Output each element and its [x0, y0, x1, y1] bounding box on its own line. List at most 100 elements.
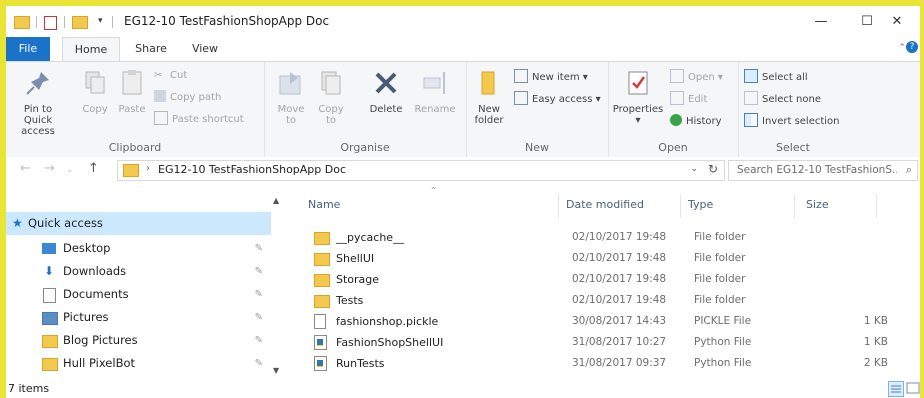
chevron-right-icon[interactable]: › [146, 163, 150, 174]
search-icon[interactable]: ⌕ [906, 163, 912, 177]
tab-home[interactable]: Home [62, 37, 120, 63]
scroll-down-icon[interactable]: ▼ [273, 366, 279, 375]
column-divider[interactable] [680, 194, 681, 218]
new-folder-icon [474, 68, 504, 98]
column-header-size[interactable]: Size [806, 198, 829, 211]
nav-item-blog-pictures[interactable]: Blog Pictures ✎ [6, 329, 271, 352]
pin-icon[interactable]: ✎ [255, 260, 263, 283]
scroll-up-icon[interactable]: ▲ [273, 196, 279, 205]
history-button[interactable]: History [670, 114, 722, 130]
file-type: File folder [694, 231, 746, 243]
refresh-icon[interactable]: ↻ [708, 162, 718, 176]
large-icons-view-icon[interactable] [906, 381, 920, 395]
select-none-button[interactable]: Select none [744, 91, 821, 108]
file-row[interactable]: ShellUI 02/10/2017 19:48 File folder [306, 248, 906, 269]
folder-icon [314, 253, 330, 266]
copy-to-button[interactable]: Copy to [316, 68, 346, 126]
column-divider[interactable] [558, 194, 559, 218]
paste-button[interactable]: Paste [116, 68, 148, 115]
python-file-icon [314, 335, 327, 350]
file-date: 02/10/2017 19:48 [572, 231, 667, 243]
nav-item-desktop[interactable]: Desktop ✎ [6, 237, 271, 260]
chevron-down-icon[interactable]: ⌄ [690, 164, 698, 174]
copy-button[interactable]: Copy [80, 68, 110, 115]
back-arrow-icon[interactable]: ← [20, 161, 31, 176]
new-folder-label: New folder [474, 104, 504, 126]
nav-item-hull-pixelbot[interactable]: Hull PixelBot ✎ [6, 352, 271, 375]
nav-scrollbar[interactable]: ▲ ▼ [271, 184, 283, 379]
pin-to-quick-access-button[interactable]: Pin to Quick access [10, 68, 66, 137]
nav-item-documents[interactable]: Documents ✎ [6, 283, 271, 306]
search-placeholder: Search EG12-10 TestFashionS... [737, 164, 897, 176]
details-view-icon[interactable] [888, 381, 904, 397]
nav-item-quick-access[interactable]: ★ Quick access [6, 212, 271, 235]
tab-view[interactable]: View [184, 37, 226, 61]
address-path[interactable]: EG12-10 TestFashionShopApp Doc [158, 163, 346, 176]
folder-icon [314, 295, 330, 308]
file-row[interactable]: __pycache__ 02/10/2017 19:48 File folder [306, 227, 906, 248]
separator [64, 16, 65, 28]
search-input[interactable]: Search EG12-10 TestFashionS... ⌕ [728, 160, 918, 181]
invert-selection-button[interactable]: Invert selection [744, 113, 840, 130]
pin-icon[interactable]: ✎ [255, 237, 263, 260]
open-button[interactable]: Open ▾ [670, 69, 723, 86]
file-row[interactable]: RunTests 31/08/2017 09:37 Python File 2 … [306, 353, 906, 374]
nav-item-label: Pictures [63, 310, 109, 324]
folder-icon [42, 358, 58, 371]
up-arrow-icon[interactable]: ↑ [88, 161, 99, 176]
column-header-date[interactable]: Date modified [566, 198, 644, 211]
new-folder-button[interactable]: New folder [472, 68, 506, 126]
invert-selection-icon [744, 113, 758, 127]
tab-file[interactable]: File [6, 37, 50, 61]
move-to-button[interactable]: Move to [276, 68, 306, 126]
select-group-label: Select [776, 141, 810, 154]
pin-icon[interactable]: ✎ [255, 283, 263, 306]
file-row[interactable]: Storage 02/10/2017 19:48 File folder [306, 269, 906, 290]
file-row[interactable]: fashionshop.pickle 30/08/2017 14:43 PICK… [306, 311, 906, 332]
recent-locations-chevron-icon[interactable]: ⌄ [66, 165, 74, 175]
easy-access-button[interactable]: Easy access ▾ [514, 91, 601, 108]
paste-shortcut-button[interactable]: Paste shortcut [154, 111, 244, 128]
chevron-up-icon[interactable]: ⌃ [898, 43, 906, 53]
rename-button[interactable]: Rename [414, 68, 456, 115]
cut-button[interactable]: ✂ Cut [154, 68, 187, 84]
minimize-button[interactable]: — [798, 6, 844, 37]
select-all-button[interactable]: Select all [744, 69, 808, 86]
customize-toolbar-icon[interactable]: ▾ [98, 16, 103, 32]
file-row[interactable]: Tests 02/10/2017 19:48 File folder [306, 290, 906, 311]
select-none-icon [744, 91, 758, 105]
properties-button[interactable]: Properties ▾ [612, 68, 664, 126]
new-item-button[interactable]: New item ▾ [514, 69, 588, 86]
new-folder-quick-icon[interactable] [72, 16, 88, 29]
file-type: File folder [694, 294, 746, 306]
column-divider[interactable] [876, 194, 877, 218]
column-header-type[interactable]: Type [688, 198, 713, 211]
help-icon[interactable]: ? [906, 41, 918, 53]
ribbon-tabs: File Home Share View ⌃ ? [6, 37, 920, 63]
folder-icon [42, 335, 58, 348]
open-label: Open [688, 72, 715, 83]
file-row[interactable]: FashionShopShellUI 31/08/2017 10:27 Pyth… [306, 332, 906, 353]
invert-selection-label: Invert selection [762, 116, 840, 127]
nav-item-downloads[interactable]: ⬇ Downloads ✎ [6, 260, 271, 283]
close-button[interactable]: ✕ [874, 6, 920, 37]
pin-icon[interactable]: ✎ [255, 329, 263, 352]
tab-share[interactable]: Share [128, 37, 174, 61]
nav-item-pictures[interactable]: Pictures ✎ [6, 306, 271, 329]
column-header-name[interactable]: Name [308, 198, 340, 211]
select-group: Select all Select none Invert selection … [738, 62, 848, 157]
column-divider[interactable] [794, 194, 795, 218]
file-name: fashionshop.pickle [336, 315, 439, 328]
delete-button[interactable]: Delete [366, 68, 406, 115]
pin-icon[interactable]: ✎ [255, 352, 263, 375]
nav-item-label: Documents [63, 287, 129, 301]
pin-icon [23, 68, 53, 98]
nav-item-label: Downloads [63, 264, 127, 278]
pin-icon[interactable]: ✎ [255, 306, 263, 329]
folder-icon [123, 164, 139, 177]
copy-path-button[interactable]: Copy path [154, 90, 221, 106]
forward-arrow-icon[interactable]: → [44, 161, 55, 176]
address-input[interactable]: › EG12-10 TestFashionShopApp Doc ⌄ ↻ [117, 160, 725, 181]
properties-quick-icon[interactable] [44, 16, 57, 30]
edit-button[interactable]: Edit [670, 91, 707, 108]
